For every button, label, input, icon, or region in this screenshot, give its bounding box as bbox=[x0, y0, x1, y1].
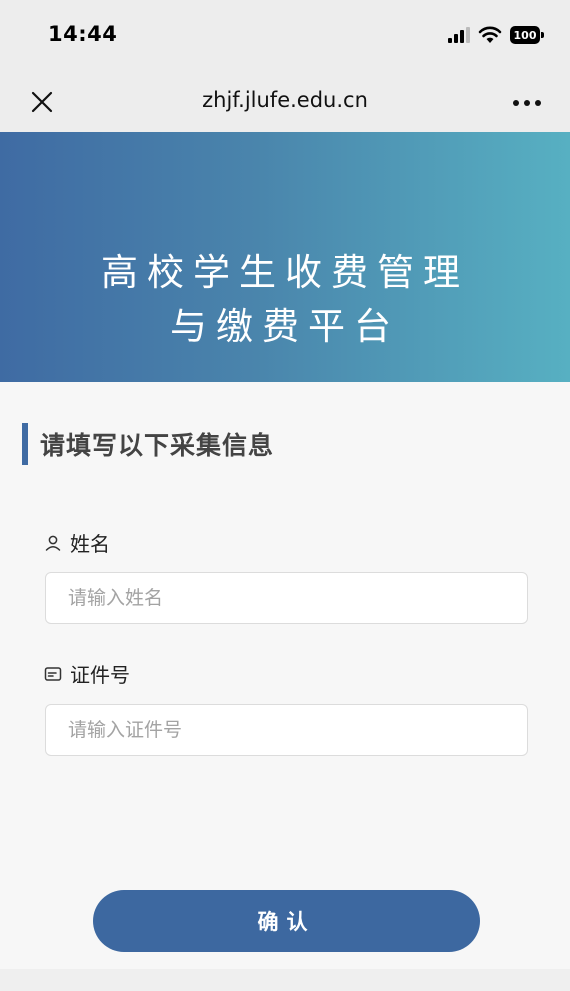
confirm-button[interactable]: 确认 bbox=[93, 890, 480, 952]
signal-icon bbox=[448, 27, 470, 43]
section-title: 请填写以下采集信息 bbox=[40, 431, 275, 460]
wifi-icon bbox=[478, 26, 502, 43]
browser-nav-bar: zhjf.jlufe.edu.cn bbox=[0, 72, 570, 132]
person-icon bbox=[45, 535, 61, 551]
status-icons: 100 bbox=[448, 25, 544, 45]
section-header: 请填写以下采集信息 bbox=[22, 422, 274, 466]
more-icon[interactable] bbox=[512, 99, 542, 107]
screen: 14:44 100 zhjf.jlufe.edu.cn 高校学生收费管理 与缴费… bbox=[0, 0, 570, 991]
banner-title-line2: 与缴费平台 bbox=[170, 305, 400, 348]
banner-title-line1: 高校学生收费管理 bbox=[101, 251, 469, 294]
section-accent-bar bbox=[22, 423, 28, 465]
battery-level: 100 bbox=[510, 26, 540, 44]
page-url: zhjf.jlufe.edu.cn bbox=[202, 88, 368, 112]
name-label-text: 姓名 bbox=[70, 532, 110, 556]
battery-icon: 100 bbox=[510, 26, 544, 44]
name-input[interactable] bbox=[45, 572, 528, 624]
id-number-input[interactable] bbox=[45, 704, 528, 756]
bottom-safe-area bbox=[0, 969, 570, 991]
name-label: 姓名 bbox=[44, 528, 110, 557]
id-label: 证件号 bbox=[44, 659, 130, 688]
id-card-icon bbox=[44, 666, 62, 681]
banner: 高校学生收费管理 与缴费平台 bbox=[0, 132, 570, 382]
status-time: 14:44 bbox=[48, 22, 118, 46]
status-bar: 14:44 100 bbox=[0, 0, 570, 72]
id-label-text: 证件号 bbox=[70, 663, 130, 687]
